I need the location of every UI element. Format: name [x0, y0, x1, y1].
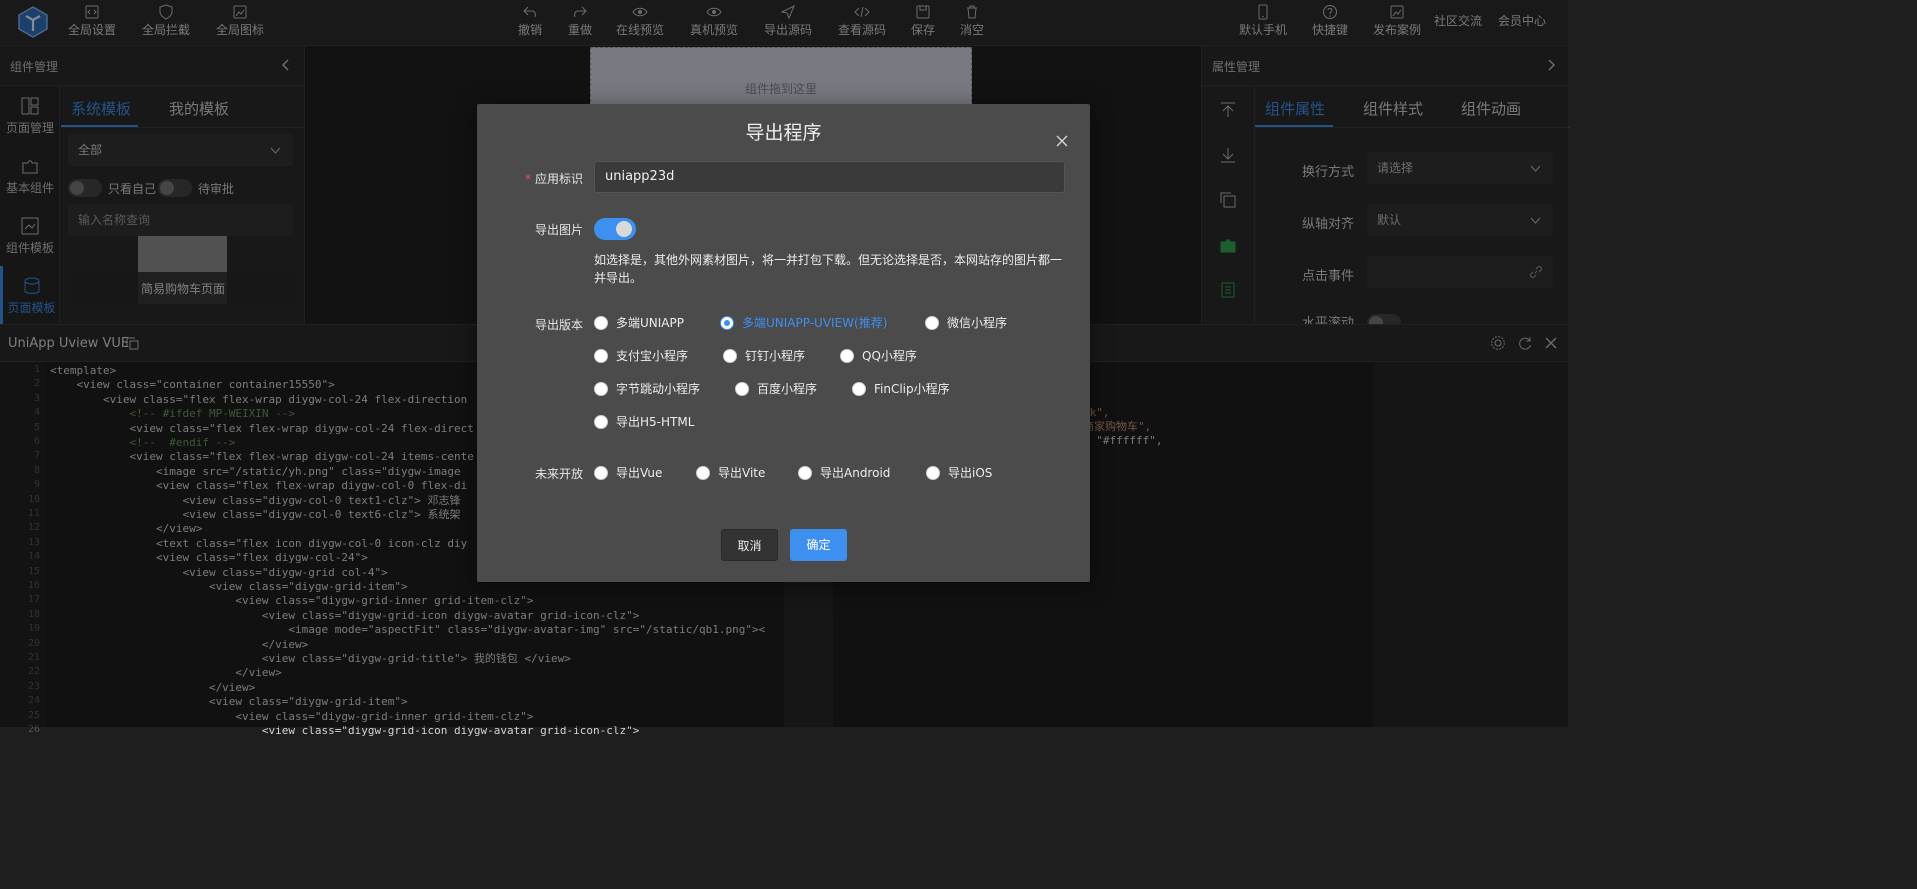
version-radio-finclip[interactable]: FinClip小程序 [852, 380, 950, 397]
future-label: 未来开放 [534, 467, 583, 481]
version-radio-bytedance[interactable]: 字节跳动小程序 [594, 380, 700, 397]
future-radio-ios[interactable]: 导出iOS [926, 464, 992, 481]
confirm-button[interactable]: 确定 [790, 529, 847, 561]
version-radio-baidu[interactable]: 百度小程序 [735, 380, 817, 397]
version-radio-qq[interactable]: QQ小程序 [840, 347, 917, 364]
export-dialog: 导出程序 * 应用标识 uniapp23d 导出图片 如选择是，其他外网素材图片，… [477, 104, 1090, 582]
future-radio-vite[interactable]: 导出Vite [696, 464, 765, 481]
version-radio-alipay[interactable]: 支付宝小程序 [594, 347, 688, 364]
dialog-title: 导出程序 [745, 122, 822, 144]
app-id-input[interactable]: uniapp23d [594, 161, 1065, 193]
future-radio-android[interactable]: 导出Android [798, 464, 890, 481]
export-images-label: 导出图片 [534, 223, 583, 237]
cancel-button[interactable]: 取消 [721, 529, 778, 561]
version-radio-dingtalk[interactable]: 钉钉小程序 [723, 347, 805, 364]
app-id-label: * 应用标识 [524, 172, 583, 186]
version-radio-h5[interactable]: 导出H5-HTML [594, 413, 694, 430]
version-radio-uniapp[interactable]: 多端UNIAPP [594, 314, 684, 331]
version-radio-uniapp-uview[interactable]: 多端UNIAPP-UVIEW(推荐) [720, 314, 887, 331]
version-radio-wechat[interactable]: 微信小程序 [925, 314, 1007, 331]
version-label: 导出版本 [534, 318, 583, 332]
export-images-help: 如选择是，其他外网素材图片，将一并打包下载。但无论选择是否，本网站存的图片都一并… [594, 253, 1063, 285]
close-icon[interactable] [1055, 134, 1069, 148]
export-images-toggle[interactable] [594, 218, 636, 240]
future-radio-vue[interactable]: 导出Vue [594, 464, 662, 481]
